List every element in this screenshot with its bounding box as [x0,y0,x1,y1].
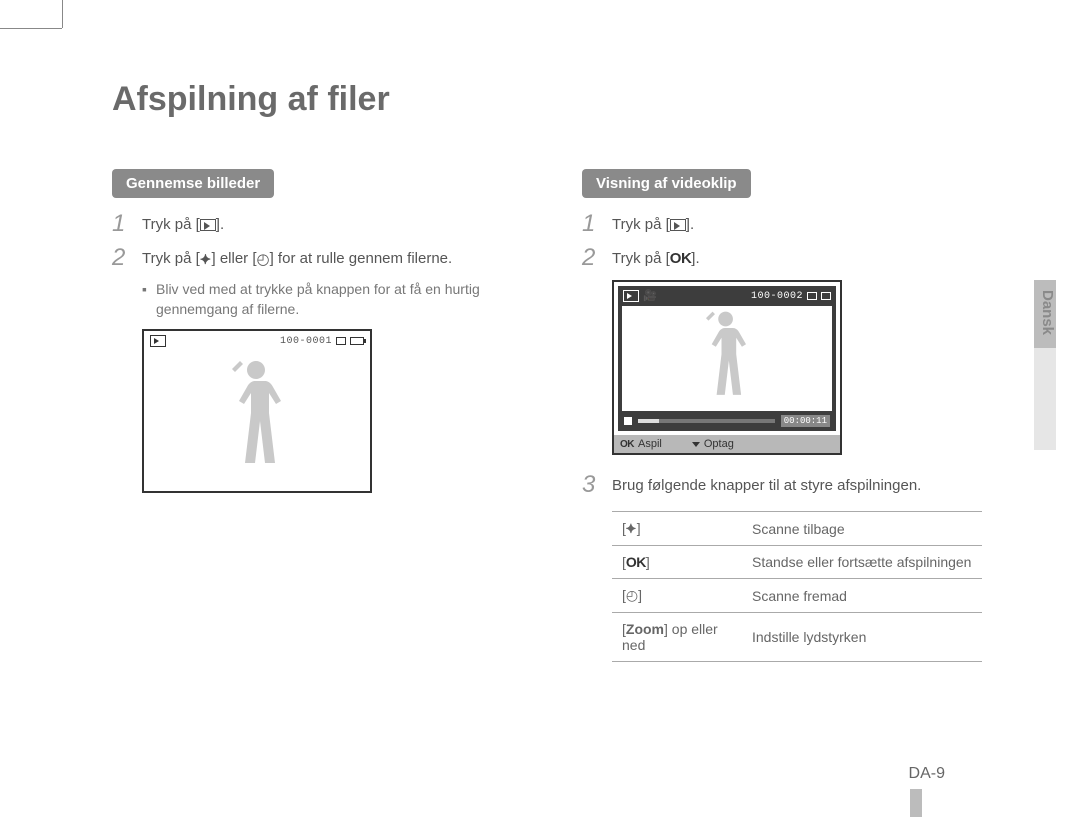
text: ] eller [ [211,250,256,267]
left-column: Gennemse billeder 1 Tryk på []. 2 Tryk p… [112,169,512,662]
page-number: DA-9 [909,765,945,783]
table-row: [Zoom] op eller ned Indstille lydstyrken [612,613,982,662]
table-row: [OK] Standse eller fortsætte afspilninge… [612,546,982,579]
screen-top-bar: 🎥 100-0002 [618,286,836,306]
controls-table: [⯌] Scanne tilbage [OK] Standse eller fo… [612,511,982,662]
desc-cell: Indstille lydstyrken [742,613,982,662]
tab-light [1034,348,1056,450]
text: ]. [691,250,699,267]
page-number-mark [910,789,922,817]
right-step-3: 3 Brug følgende knapper til at styre afs… [582,473,982,497]
file-counter: 100-0001 [280,336,332,347]
step-number: 3 [582,473,612,497]
ok-icon: OK [626,554,646,570]
video-area [622,306,832,411]
ok-icon: OK [670,250,692,267]
progress-row: 00:00:11 [618,411,836,431]
timer-icon: ◴ [257,249,270,270]
left-substep: ▪ Bliv ved med at trykke på knappen for … [142,280,512,319]
key-cell: [◴] [612,579,742,613]
page-content: Afspilning af filer Gennemse billeder 1 … [112,80,992,662]
person-silhouette-icon [229,359,284,479]
step-number: 1 [582,212,612,236]
footer-play: OK Aspil [620,438,662,450]
text: Tryk på [ [142,216,200,233]
right-column: Visning af videoklip 1 Tryk på []. 2 Try… [582,169,982,662]
crop-mark-left [62,0,63,28]
step-text: Tryk på [OK]. [612,246,700,269]
key-cell: [OK] [612,546,742,579]
ok-icon: OK [620,439,634,450]
bullet-icon: ▪ [142,280,156,319]
text: ] for at rulle gennem filerne. [270,250,453,267]
desc-cell: Standse eller fortsætte afspilningen [742,546,982,579]
playback-mode-icon [200,219,216,231]
tab-label: Dansk [1034,290,1056,335]
text: Tryk på [ [612,216,670,233]
timer-icon: ◴ [626,587,638,603]
memory-icon [807,292,817,300]
playback-mode-icon [670,219,686,231]
playback-mode-icon [623,290,639,302]
step-number: 1 [112,212,142,236]
step-text: Tryk på [⯌] eller [◴] for at rulle genne… [142,246,452,270]
footer-record: Optag [692,438,734,450]
label: Aspil [638,438,662,450]
down-icon [692,442,700,447]
key-cell: [⯌] [612,512,742,546]
text: Tryk på [ [612,250,670,267]
step-number: 2 [112,246,142,270]
left-step-2: 2 Tryk på [⯌] eller [◴] for at rulle gen… [112,246,512,270]
progress-bar [638,419,775,423]
memory-icon [336,337,346,345]
section-heading-right: Visning af videoklip [582,169,751,198]
flash-icon: ⯌ [200,249,212,270]
section-heading-left: Gennemse billeder [112,169,274,198]
text: ]. [216,216,224,233]
elapsed-time: 00:00:11 [781,415,830,427]
person-silhouette-icon [702,310,750,408]
step-text: Tryk på []. [612,212,694,235]
desc-cell: Scanne tilbage [742,512,982,546]
screen-footer: OK Aspil Optag [614,435,840,453]
key-cell: [Zoom] op eller ned [612,613,742,662]
battery-icon [350,337,364,345]
table-row: [◴] Scanne fremad [612,579,982,613]
two-columns: Gennemse billeder 1 Tryk på []. 2 Tryk p… [112,169,992,662]
label: Optag [704,438,734,450]
battery-icon [821,292,831,300]
flash-icon: ⯌ [626,520,637,536]
playback-mode-icon [150,335,166,347]
page-title: Afspilning af filer [112,80,992,119]
text: ]. [686,216,694,233]
step-text: Brug følgende knapper til at styre afspi… [612,473,921,496]
left-step-1: 1 Tryk på []. [112,212,512,236]
screen-top-bar: 100-0001 [144,331,370,351]
stop-icon [624,417,632,425]
right-step-1: 1 Tryk på []. [582,212,982,236]
right-step-2: 2 Tryk på [OK]. [582,246,982,270]
text: Tryk på [ [142,250,200,267]
zoom-label: Zoom [626,621,664,637]
step-number: 2 [582,246,612,270]
step-text: Tryk på []. [142,212,224,235]
desc-cell: Scanne fremad [742,579,982,613]
screen-inner: 🎥 100-0002 [618,286,836,431]
crop-mark-top [0,28,62,29]
file-counter: 100-0002 [751,291,803,302]
table-row: [⯌] Scanne tilbage [612,512,982,546]
language-side-tab: Dansk [1034,280,1056,450]
substep-text: Bliv ved med at trykke på knappen for at… [156,280,512,319]
movie-icon: 🎥 [643,289,657,303]
video-screen-mock: 🎥 100-0002 [612,280,842,455]
photo-screen-mock: 100-0001 [142,329,372,493]
photo-area [144,351,370,491]
